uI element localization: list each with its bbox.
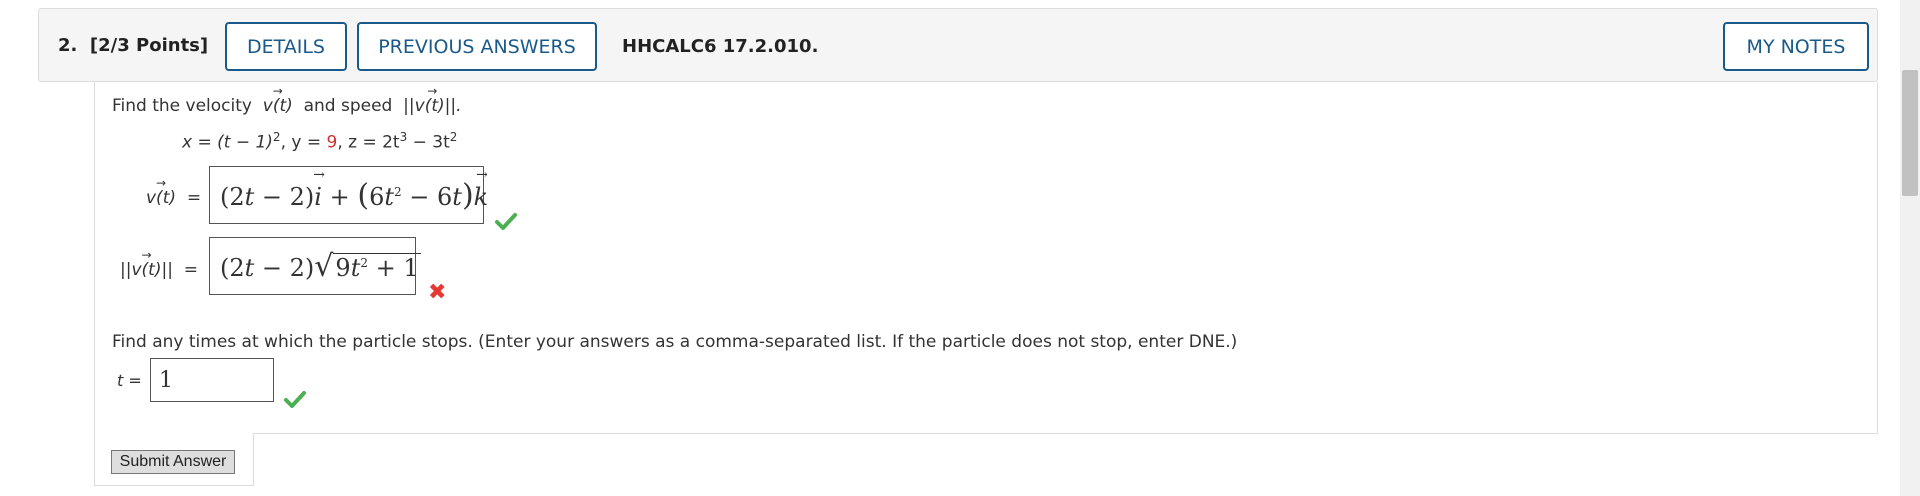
velocity-label: v(t) =: [146, 176, 202, 208]
x-equation: x = (t − 1): [182, 132, 273, 153]
question-index: 2.: [58, 35, 78, 56]
scrollbar-thumb[interactable]: [1902, 70, 1918, 196]
submit-answer-button[interactable]: Submit Answer: [111, 450, 235, 474]
question-header: 2. [2/3 Points] DETAILS PREVIOUS ANSWERS…: [38, 8, 1878, 82]
speed-symbol: ||v(t)||.: [403, 84, 462, 116]
y-equation-label: , y =: [280, 132, 327, 153]
y-value: 9: [326, 132, 338, 153]
speed-equals: =: [183, 260, 198, 280]
details-button[interactable]: DETAILS: [225, 22, 347, 71]
speed-answer-field[interactable]: (2t − 2)√9t2 + 1: [209, 237, 421, 295]
problem-code: HHCALC6 17.2.010.: [622, 36, 819, 57]
check-icon: [495, 213, 517, 230]
velocity-answer-field[interactable]: (2t − 2)i + (6t2 − 6t)k: [209, 166, 492, 224]
speed-label: ||v(t)|| =: [120, 248, 198, 280]
speed-answer-value: (2t − 2)√9t2 + 1: [220, 248, 421, 284]
stop-times-input[interactable]: 1: [150, 358, 274, 402]
z-equation-rest: − 3t: [407, 132, 450, 153]
previous-answers-button[interactable]: PREVIOUS ANSWERS: [357, 22, 597, 71]
prompt-text: Find the velocity v(t) and speed ||v(t)|…: [112, 84, 462, 116]
stop-times-value: 1: [159, 367, 173, 393]
prompt-find-velocity: Find the velocity: [112, 96, 252, 116]
my-notes-button[interactable]: MY NOTES: [1723, 22, 1869, 71]
prompt-and-speed: and speed: [303, 96, 393, 116]
velocity-equals: =: [186, 188, 202, 208]
velocity-answer-value: (2t − 2)i + (6t2 − 6t)k: [220, 167, 492, 213]
x-icon: ✖: [428, 280, 447, 305]
z-equation: , z = 2t: [337, 132, 400, 153]
question-number: 2. [2/3 Points]: [58, 35, 208, 56]
t-label: t =: [117, 371, 142, 390]
check-icon: [284, 391, 306, 408]
stops-instruction: Find any times at which the particle sto…: [112, 332, 1238, 352]
points-label: [2/3 Points]: [89, 35, 209, 56]
speed-label-symbol: v(t): [131, 248, 161, 280]
parametric-equations: x = (t − 1)2, y = 9, z = 2t3 − 3t2: [182, 130, 458, 153]
t-label-text: t =: [117, 371, 142, 390]
velocity-label-symbol: v(t): [146, 176, 176, 208]
velocity-symbol: v(t): [263, 84, 293, 116]
